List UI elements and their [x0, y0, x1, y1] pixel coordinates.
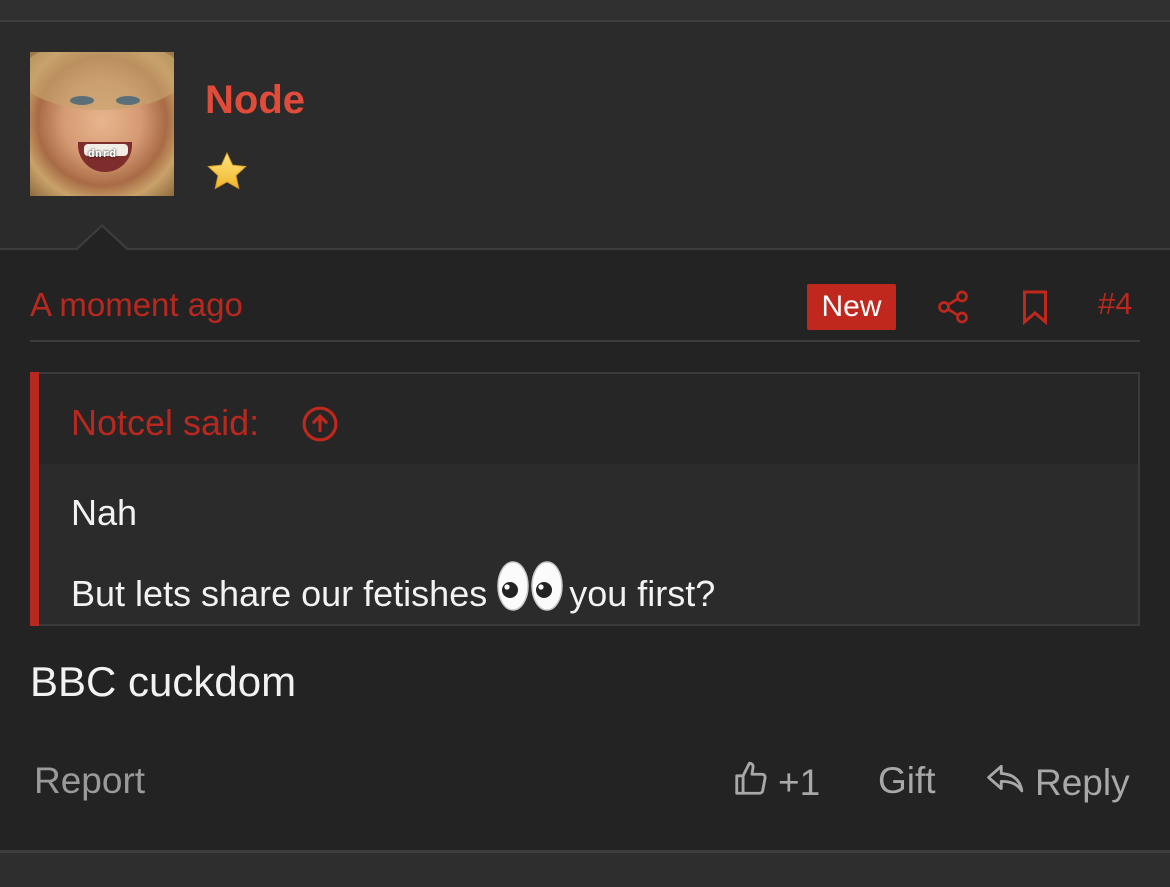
quote-text-before: But lets share our fetishes — [71, 573, 488, 614]
star-icon — [205, 150, 249, 199]
quote-accent-bar — [30, 372, 39, 626]
post-actions: Report +1 Gift Reply — [30, 758, 1140, 808]
reply-icon — [985, 760, 1027, 807]
avatar[interactable]: dnrd — [30, 52, 174, 196]
post-timestamp[interactable]: A moment ago — [30, 286, 243, 324]
arrow-up-circle-icon[interactable] — [301, 405, 339, 448]
quote-header: Notcel said: — [39, 374, 1138, 464]
bookmark-icon[interactable] — [1020, 289, 1050, 330]
post-body-text: BBC cuckdom — [30, 658, 297, 705]
post-meta-row: A moment ago New #4 — [30, 284, 1140, 342]
quote-block: Notcel said: Nah But lets share our feti… — [30, 372, 1140, 626]
top-divider-strip — [0, 0, 1170, 22]
bottom-divider-strip — [0, 850, 1170, 887]
quote-text-after: you first? — [569, 573, 716, 614]
eyes-emoji-icon — [497, 560, 563, 621]
gift-button[interactable]: Gift — [878, 760, 936, 802]
quote-text-line: Nah — [71, 492, 138, 533]
reply-label: Reply — [1035, 762, 1130, 803]
post-number-link[interactable]: #4 — [1098, 286, 1132, 322]
new-badge: New — [807, 284, 896, 330]
username-link[interactable]: Node — [205, 78, 305, 123]
like-button[interactable]: +1 — [732, 758, 820, 808]
thumbs-up-icon — [732, 760, 770, 807]
quote-author-link[interactable]: Notcel said: — [71, 402, 259, 444]
post-author-header: dnrd Node — [0, 22, 1170, 250]
reply-button[interactable]: Reply — [985, 758, 1130, 808]
avatar-caption: dnrd — [88, 147, 117, 160]
like-count: +1 — [778, 762, 821, 803]
share-icon[interactable] — [935, 289, 971, 330]
report-link[interactable]: Report — [34, 760, 145, 802]
post-container: A moment ago New #4 Notcel said: Nah But… — [0, 250, 1170, 850]
quote-text-line: But lets share our fetishes you first? — [71, 560, 715, 621]
